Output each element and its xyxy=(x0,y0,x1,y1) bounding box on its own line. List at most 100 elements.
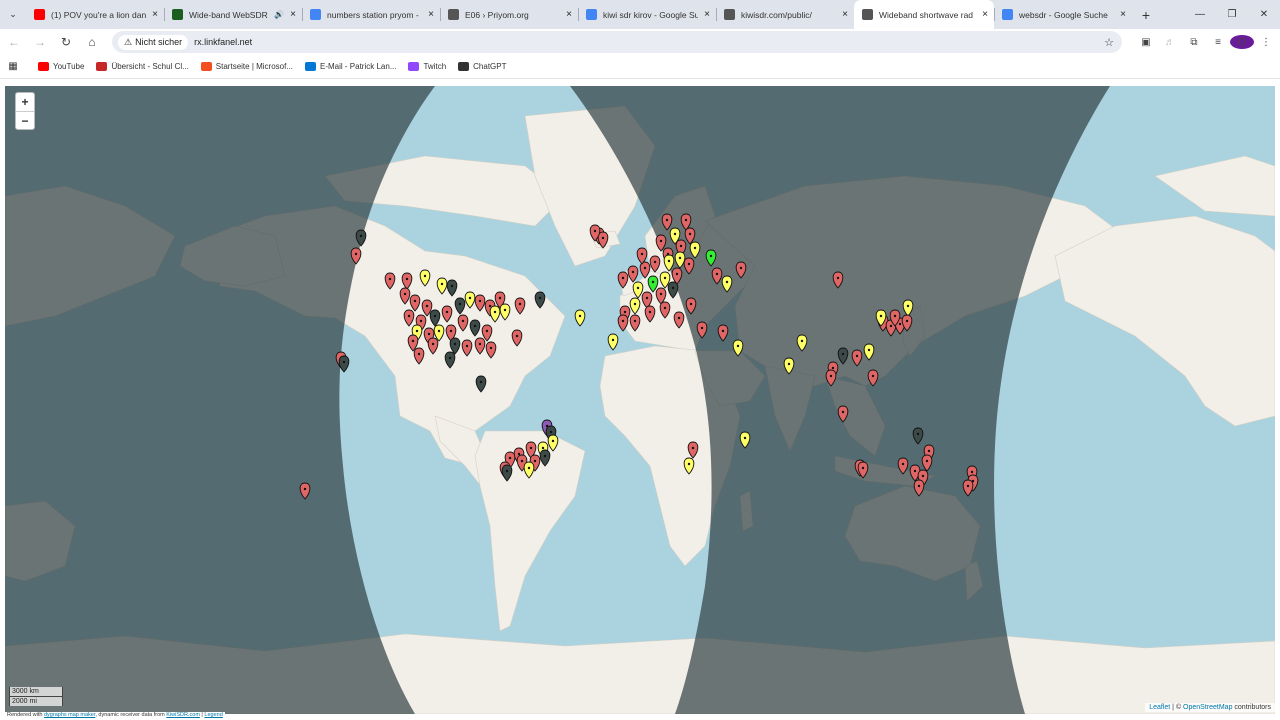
tab-2[interactable]: Wide-band WebSDR 🔊 × xyxy=(164,0,302,29)
new-tab-button[interactable]: + xyxy=(1132,7,1160,23)
marker-dot xyxy=(831,366,835,370)
tab-search-menu-icon[interactable]: ⌄ xyxy=(0,0,26,29)
marker-dot xyxy=(417,352,421,356)
home-icon[interactable]: ⌂ xyxy=(80,30,104,54)
reader-icon[interactable]: ♬ xyxy=(1158,37,1182,48)
apps-grid-icon[interactable]: ▦ xyxy=(0,61,26,72)
marker-dot xyxy=(419,319,423,323)
speaker-icon[interactable]: 🔊 xyxy=(274,10,284,19)
attribution-contributors: contributors xyxy=(1232,704,1271,711)
twitch-icon xyxy=(408,62,420,71)
marker-dot xyxy=(725,280,729,284)
tab-5[interactable]: kiwi sdr kirov - Google Su × xyxy=(578,0,716,29)
marker-dot xyxy=(663,306,667,310)
tab-title: E06 › Priyom.org xyxy=(465,9,529,20)
bookmark-star-icon[interactable]: ☆ xyxy=(1104,36,1114,49)
marker-dot xyxy=(621,276,625,280)
marker-dot xyxy=(688,232,692,236)
bookmark-5[interactable]: Twitch xyxy=(408,62,446,71)
marker-dot xyxy=(437,329,441,333)
restore-button[interactable]: ❐ xyxy=(1216,0,1248,29)
marker-dot xyxy=(691,446,695,450)
tab-3[interactable]: numbers station pryom - × xyxy=(302,0,440,29)
tab-6[interactable]: kiwisdr.com/public/ × xyxy=(716,0,854,29)
footer-link-mapmaker[interactable]: dygraphs map maker xyxy=(44,712,95,718)
profile-avatar[interactable]: O xyxy=(1230,35,1254,49)
marker-dot xyxy=(551,439,555,443)
back-icon[interactable]: ← xyxy=(2,30,26,54)
marker-dot xyxy=(917,484,921,488)
marker-dot xyxy=(709,254,713,258)
close-window-button[interactable]: ✕ xyxy=(1248,0,1280,29)
zoom-in-button[interactable]: + xyxy=(16,93,34,111)
minimize-button[interactable]: — xyxy=(1184,0,1216,29)
zoom-out-button[interactable]: − xyxy=(16,111,34,129)
marker-dot xyxy=(636,286,640,290)
marker-dot xyxy=(498,296,502,300)
marker-dot xyxy=(921,474,925,478)
close-tab-icon[interactable]: × xyxy=(982,9,988,20)
marker-dot xyxy=(518,302,522,306)
osm-link[interactable]: OpenStreetMap xyxy=(1183,704,1232,711)
marker-dot xyxy=(689,302,693,306)
marker-dot xyxy=(841,352,845,356)
bookmark-4[interactable]: E-Mail - Patrick Lan... xyxy=(305,62,396,71)
security-chip[interactable]: ⚠ Nicht sicher xyxy=(118,34,189,50)
close-tab-icon[interactable]: × xyxy=(428,9,434,20)
marker-dot xyxy=(861,466,865,470)
marker-dot xyxy=(578,314,582,318)
marker-dot xyxy=(520,459,524,463)
marker-dot xyxy=(855,354,859,358)
marker-dot xyxy=(648,310,652,314)
marker-dot xyxy=(721,329,725,333)
bookmark-3[interactable]: Startseite | Microsof... xyxy=(200,62,293,71)
marker-dot xyxy=(905,319,909,323)
marker-dot xyxy=(678,256,682,260)
tab-strip: ⌄ (1) POV you're a lion dan × Wide-band We… xyxy=(0,0,1280,29)
marker-dot xyxy=(671,286,675,290)
footer-link-kiwisdr[interactable]: KiwiSDR.com xyxy=(166,712,200,718)
close-tab-icon[interactable]: × xyxy=(704,9,710,20)
bookmark-6[interactable]: ChatGPT xyxy=(458,62,507,71)
media-queue-icon[interactable]: ≡ xyxy=(1206,37,1230,48)
footer-link-legend[interactable]: Legend xyxy=(204,712,222,718)
close-tab-icon[interactable]: × xyxy=(566,9,572,20)
marker-dot xyxy=(693,246,697,250)
tab-1[interactable]: (1) POV you're a lion dan × xyxy=(26,0,164,29)
marker-dot xyxy=(468,296,472,300)
marker-dot xyxy=(841,410,845,414)
bookmark-1[interactable]: YouTube xyxy=(38,62,84,71)
tab-4[interactable]: E06 › Priyom.org × xyxy=(440,0,578,29)
marker-dot xyxy=(743,436,747,440)
marker-dot xyxy=(508,456,512,460)
google-icon xyxy=(1002,9,1013,20)
marker-dot xyxy=(440,282,444,286)
marker-dot xyxy=(787,362,791,366)
address-bar[interactable]: ⚠ Nicht sicher rx.linkfanel.net ☆ xyxy=(112,31,1122,53)
map-canvas[interactable] xyxy=(5,86,1275,714)
marker-dot xyxy=(667,259,671,263)
microsoft-icon xyxy=(200,62,212,71)
close-tab-icon[interactable]: × xyxy=(152,9,158,20)
close-tab-icon[interactable]: × xyxy=(1120,9,1126,20)
marker-dot xyxy=(836,276,840,280)
leaflet-link[interactable]: Leaflet xyxy=(1149,704,1170,711)
reload-icon[interactable]: ↻ xyxy=(54,30,78,54)
tab-8[interactable]: websdr - Google Suche × xyxy=(994,0,1132,29)
page-footer: Rendered with dygraphs map maker, dynami… xyxy=(5,712,225,718)
extensions-icon[interactable]: ⧉ xyxy=(1182,37,1206,48)
marker-dot xyxy=(611,338,615,342)
bookmark-2[interactable]: Übersicht - Schul Cl... xyxy=(96,62,189,71)
marker-dot xyxy=(715,272,719,276)
marker-dot xyxy=(423,274,427,278)
security-label: Nicht sicher xyxy=(135,37,183,47)
tab-7[interactable]: Wideband shortwave rad × xyxy=(854,0,994,29)
marker-dot xyxy=(458,302,462,306)
close-tab-icon[interactable]: × xyxy=(290,9,296,20)
url-text[interactable]: rx.linkfanel.net xyxy=(194,37,252,47)
forward-icon[interactable]: → xyxy=(28,30,52,54)
cast-icon[interactable]: ▣ xyxy=(1134,37,1158,48)
close-tab-icon[interactable]: × xyxy=(842,9,848,20)
world-map[interactable]: + − 3000 km 2000 mi Leaflet | © OpenStre… xyxy=(5,86,1275,714)
menu-dots-icon[interactable]: ⋮ xyxy=(1254,37,1278,48)
